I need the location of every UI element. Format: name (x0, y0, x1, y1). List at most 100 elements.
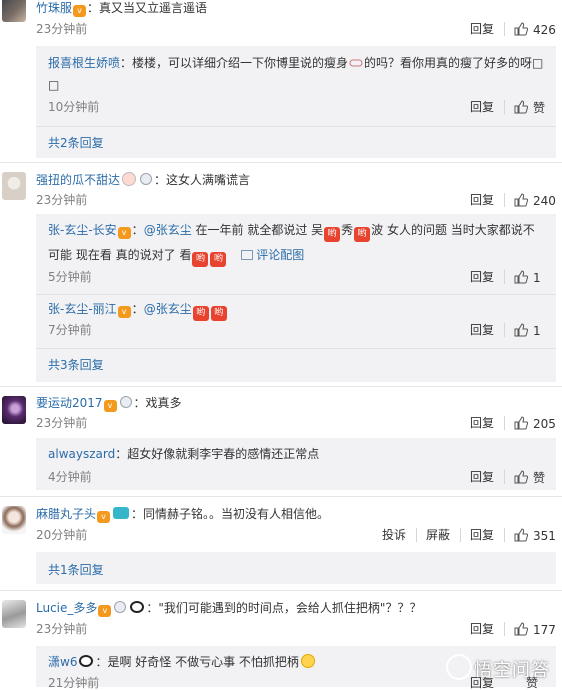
reply-line: alwayszard：超女好像就剩李宇春的感情还正常点 (48, 445, 546, 463)
comment-text: ：同情赫子铭。。当初没有人相信他。 (131, 507, 330, 521)
grin-emoji-icon (300, 654, 315, 668)
more-replies-link[interactable]: 共3条回复 (48, 356, 104, 373)
like-button[interactable]: 240 (514, 193, 556, 208)
avatar[interactable] (2, 506, 26, 534)
like-count: 1 (533, 324, 541, 338)
reply-button[interactable]: 回复 (470, 323, 494, 337)
vip-badge-icon: v (103, 400, 117, 412)
comment-text: ：戏真多 (133, 396, 182, 410)
like-button[interactable]: 赞 (514, 470, 545, 485)
like-label: 赞 (533, 101, 546, 115)
like-button[interactable]: 1 (514, 323, 541, 338)
vip-badge-icon: v (117, 306, 131, 318)
reply-time: 7分钟前 (48, 323, 92, 337)
comment-text: ："我们可能遇到的时间点，会给人抓住把柄"？？？ (146, 601, 422, 615)
medal-icon (140, 173, 153, 185)
thumbs-up-icon (514, 270, 528, 284)
thumbs-up-icon (514, 470, 528, 484)
comment-text: ：真又当又立遥言遥语 (87, 1, 208, 15)
comment-text: ：这女人满嘴谎言 (154, 173, 251, 187)
comment-time: 23分钟前 (36, 22, 88, 36)
vip-badge-icon: v (73, 5, 87, 17)
panda-emoji-icon (79, 655, 94, 667)
like-button[interactable]: 1 (514, 270, 541, 285)
block-button[interactable]: 屏蔽 (426, 528, 450, 542)
username[interactable]: 强扭的瓜不甜达 (36, 173, 120, 187)
comment-time: 23分钟前 (36, 416, 88, 430)
username[interactable]: Lucie_多多 (36, 601, 97, 615)
face-emoji-icon (122, 172, 137, 186)
hand-emoji-icon: 哟 (324, 227, 341, 242)
like-button[interactable]: 205 (514, 416, 556, 431)
comment-image-link[interactable]: 评论配图 (241, 248, 304, 262)
comment-line: 要运动2017 v ：戏真多 (36, 395, 558, 412)
hand-emoji-icon: 哟 (210, 252, 227, 267)
reply-box: 张-玄尘-长安 v ：@张玄尘 在一年前 就全都说过 吴哟秀哟波 女人的问题 当时大… (36, 214, 556, 382)
reply-button[interactable]: 回复 (470, 100, 494, 114)
like-button[interactable]: 351 (514, 528, 556, 543)
username[interactable]: 竹珠服 (36, 1, 72, 15)
mention-link[interactable]: @张玄尘 (144, 223, 192, 237)
reply-time: 21分钟前 (48, 676, 100, 690)
reply-button[interactable]: 回复 (470, 528, 494, 542)
like-button[interactable]: 赞 (514, 100, 545, 115)
comment-time: 20分钟前 (36, 528, 88, 542)
reply-username[interactable]: 报喜根生娇喷 (48, 56, 120, 70)
comment-line: 竹珠服 v ：真又当又立遥言遥语 (36, 0, 558, 17)
thumbs-up-icon (514, 22, 528, 36)
avatar[interactable] (2, 0, 26, 22)
like-count: 205 (533, 417, 556, 431)
watermark-text: 悟空问答 (474, 660, 550, 681)
comment-line: 麻腊丸子头 v ：同情赫子铭。。当初没有人相信他。 (36, 506, 558, 523)
comment-time: 23分钟前 (36, 622, 88, 636)
vip-badge-icon: v (117, 227, 131, 239)
avatar[interactable] (2, 600, 26, 628)
hand-emoji-icon: 哟 (192, 252, 209, 267)
reply-text: ：超女好像就剩李宇春的感情还正常点 (115, 447, 320, 461)
thumbs-up-icon (514, 528, 528, 542)
reply-text: ：楼楼，可以详细介绍一下你博里说的瘦身 (120, 56, 349, 70)
thumbs-up-icon (514, 100, 528, 114)
reply-button[interactable]: 回复 (470, 193, 494, 207)
like-button[interactable]: 177 (514, 622, 556, 637)
wukong-logo-icon (446, 654, 472, 680)
reply-button[interactable]: 回复 (470, 416, 494, 430)
like-button[interactable]: 426 (514, 22, 556, 37)
reply-time: 10分钟前 (48, 100, 100, 114)
mention-link[interactable]: @张玄尘 (144, 302, 192, 316)
reply-line: 张-玄尘-丽江 v ：@张玄尘哟哟 (48, 300, 546, 321)
reply-text: 秀 (341, 223, 354, 237)
pill-emoji-icon (349, 59, 363, 67)
comment-line: 强扭的瓜不甜达 ：这女人满嘴谎言 (36, 172, 558, 188)
vip-badge-icon: v (98, 605, 112, 617)
thumbs-up-icon (514, 193, 528, 207)
reply-button[interactable]: 回复 (470, 22, 494, 36)
reply-box: alwayszard：超女好像就剩李宇春的感情还正常点 4分钟前 回复 赞 (36, 438, 556, 490)
avatar[interactable] (2, 172, 26, 200)
reply-username[interactable]: 潇w6 (48, 655, 77, 669)
like-count: 240 (533, 194, 556, 208)
thumbs-up-icon (514, 416, 528, 430)
thumbs-up-icon (514, 323, 528, 337)
more-replies-link[interactable]: 共2条回复 (48, 134, 104, 151)
unknown-glyph-icon: □ (48, 78, 60, 92)
reply-button[interactable]: 回复 (470, 470, 494, 484)
reply-text: 可能 现在看 真的说对了 看 (48, 248, 192, 262)
thumbs-up-icon (514, 622, 528, 636)
reply-username[interactable]: 张-玄尘-丽江 (48, 302, 117, 316)
username[interactable]: 要运动2017 (36, 396, 103, 410)
reply-box: 报喜根生娇喷：楼楼，可以详细介绍一下你博里说的瘦身 的吗？看你用真的瘦了好多的呀□… (36, 46, 556, 158)
reply-username[interactable]: 张-玄尘-长安 (48, 223, 117, 237)
username[interactable]: 麻腊丸子头 (36, 507, 96, 521)
reply-username[interactable]: alwayszard (48, 447, 115, 461)
report-button[interactable]: 投诉 (382, 528, 406, 542)
reply-line: 张-玄尘-长安 v ：@张玄尘 在一年前 就全都说过 吴哟秀哟波 女人的问题 当时大… (48, 221, 546, 242)
avatar[interactable] (2, 396, 26, 424)
like-count: 426 (533, 23, 556, 37)
hand-emoji-icon: 哟 (354, 227, 371, 242)
reply-button[interactable]: 回复 (470, 622, 494, 636)
hand-emoji-icon: 哟 (192, 306, 209, 321)
reply-button[interactable]: 回复 (470, 270, 494, 284)
more-replies-link[interactable]: 共1条回复 (48, 561, 104, 578)
medal-icon (114, 601, 127, 613)
